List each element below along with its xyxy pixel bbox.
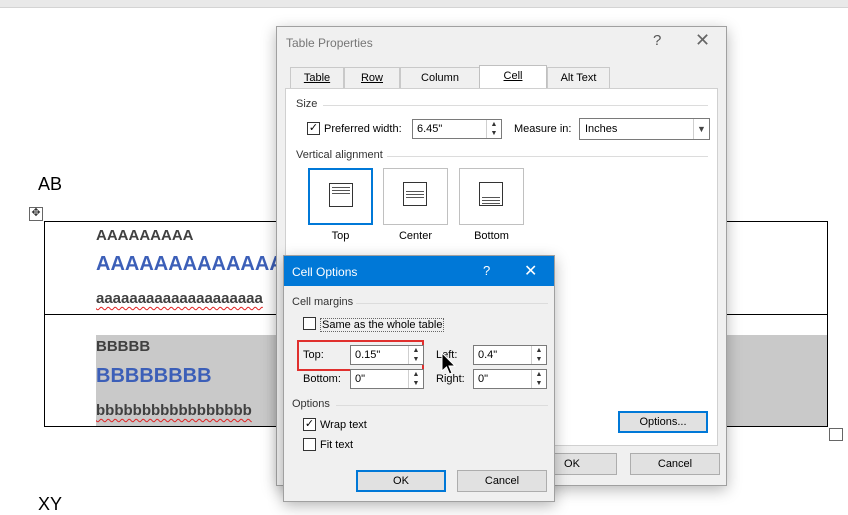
tab-row-label: Row	[360, 72, 383, 84]
fit-text-label: Fit text	[320, 439, 354, 451]
valign-bottom-button[interactable]	[459, 168, 524, 225]
spin-down-icon[interactable]: ▼	[409, 379, 423, 388]
valign-bottom-label: Bottom	[474, 230, 509, 242]
close-icon[interactable]: ✕	[695, 30, 710, 51]
same-as-table-label: Same as the whole table	[320, 318, 445, 332]
same-as-table-checkbox[interactable]	[303, 317, 316, 330]
vertical-alignment-label: Vertical alignment	[296, 149, 383, 161]
left-margin-spinner[interactable]: ▲ ▼	[531, 346, 546, 364]
preferred-width-value: 6.45"	[417, 123, 443, 135]
spin-up-icon[interactable]: ▲	[532, 346, 546, 355]
tab-cell[interactable]: Cell	[479, 65, 547, 89]
table-move-handle[interactable]: ✥	[29, 207, 43, 221]
right-margin-input[interactable]: 0" ▲ ▼	[473, 369, 547, 389]
row2-lower-text: bbbbbbbbbbbbbbbbb	[96, 402, 252, 419]
valign-top-button[interactable]	[308, 168, 373, 225]
tab-cell-label: Cell	[503, 70, 523, 82]
options-button[interactable]: Options...	[618, 411, 708, 433]
vertical-alignment-divider	[387, 156, 708, 157]
cell-options-titlebar: Cell Options ? ✕	[284, 256, 554, 286]
spin-down-icon[interactable]: ▼	[487, 129, 501, 138]
spin-down-icon[interactable]: ▼	[409, 355, 423, 364]
valign-center-button[interactable]	[383, 168, 448, 225]
options-group-label: Options	[292, 398, 330, 410]
right-margin-spinner[interactable]: ▲ ▼	[531, 370, 546, 388]
cell-options-cancel-button[interactable]: Cancel	[457, 470, 547, 492]
tab-alt-text-label: Alt Text	[560, 72, 597, 84]
chevron-down-icon[interactable]: ▼	[693, 119, 709, 139]
valign-top-label: Top	[331, 230, 350, 242]
cell-options-title: Cell Options	[292, 265, 358, 279]
bottom-margin-input[interactable]: 0" ▲ ▼	[350, 369, 424, 389]
align-top-icon	[329, 183, 353, 207]
tab-table-label: Table	[303, 72, 331, 84]
ribbon-edge	[0, 0, 848, 8]
align-bottom-icon	[479, 182, 503, 206]
wrap-text-checkbox[interactable]: ✓	[303, 418, 316, 431]
table-props-cancel-button[interactable]: Cancel	[630, 453, 720, 475]
preferred-width-label: Preferred width:	[324, 123, 402, 135]
cell-margins-divider	[356, 303, 548, 304]
top-label: Top:	[303, 349, 324, 361]
row1-lower-text: aaaaaaaaaaaaaaaaaaaa	[96, 290, 263, 307]
wrap-text-label: Wrap text	[320, 419, 367, 431]
spin-up-icon[interactable]: ▲	[409, 346, 423, 355]
tab-column[interactable]: Column	[400, 67, 480, 89]
size-group-label: Size	[296, 98, 318, 110]
table-resize-handle[interactable]	[829, 428, 843, 441]
row1-small-text: AAAAAAAAA	[96, 227, 194, 244]
tab-row[interactable]: Row	[344, 67, 400, 89]
mouse-pointer-icon	[441, 352, 457, 375]
tab-alt-text[interactable]: Alt Text	[547, 67, 610, 89]
row2-big-text: BBBBBBBB	[96, 365, 212, 387]
spin-down-icon[interactable]: ▼	[532, 355, 546, 364]
bottom-label: Bottom:	[303, 373, 341, 385]
preferred-width-spinner[interactable]: ▲ ▼	[486, 120, 501, 138]
dialog-title: Table Properties	[286, 36, 373, 50]
spin-up-icon[interactable]: ▲	[487, 120, 501, 129]
bottom-margin-spinner[interactable]: ▲ ▼	[408, 370, 423, 388]
options-divider	[336, 405, 548, 406]
cell-options-dialog: Cell Options ? ✕ Cell margins Same as th…	[283, 255, 555, 502]
bottom-margin-value: 0"	[355, 373, 366, 385]
cell-margins-label: Cell margins	[292, 296, 354, 308]
top-margin-input[interactable]: 0.15" ▲ ▼	[350, 345, 424, 365]
top-margin-value: 0.15"	[355, 349, 381, 361]
help-icon[interactable]: ?	[653, 32, 661, 49]
left-margin-input[interactable]: 0.4" ▲ ▼	[473, 345, 547, 365]
measure-in-value: Inches	[585, 123, 618, 135]
left-margin-value: 0.4"	[478, 349, 498, 361]
tab-column-label: Column	[421, 72, 459, 84]
spin-down-icon[interactable]: ▼	[532, 379, 546, 388]
tab-table[interactable]: Table	[290, 67, 344, 89]
right-margin-value: 0"	[478, 373, 489, 385]
measure-in-select[interactable]: Inches ▼	[579, 118, 710, 140]
size-divider	[323, 105, 708, 106]
fit-text-checkbox[interactable]	[303, 438, 316, 451]
top-margin-spinner[interactable]: ▲ ▼	[408, 346, 423, 364]
cell-options-ok-button[interactable]: OK	[356, 470, 446, 492]
row1-big-text: AAAAAAAAAAAAA	[96, 253, 284, 275]
close-icon[interactable]: ✕	[524, 261, 537, 281]
valign-center-label: Center	[398, 230, 433, 242]
heading-ab: AB	[38, 174, 63, 194]
help-icon[interactable]: ?	[483, 263, 490, 278]
measure-in-label: Measure in:	[514, 123, 572, 135]
preferred-width-checkbox[interactable]: ✓	[307, 122, 320, 135]
preferred-width-input[interactable]: 6.45" ▲ ▼	[412, 119, 502, 139]
align-center-icon	[403, 182, 427, 206]
row2-small-text: BBBBB	[96, 338, 151, 355]
spin-up-icon[interactable]: ▲	[409, 370, 423, 379]
spin-up-icon[interactable]: ▲	[532, 370, 546, 379]
